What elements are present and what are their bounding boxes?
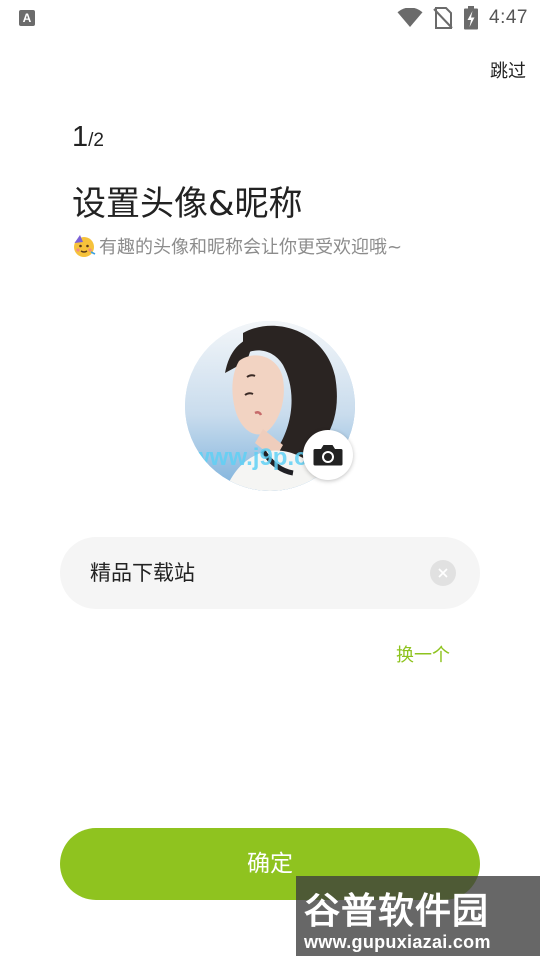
no-sim-icon (433, 7, 453, 29)
clear-button[interactable] (430, 560, 456, 586)
wifi-icon (397, 8, 423, 27)
change-nickname-button[interactable]: 换一个 (396, 641, 450, 667)
site-watermark: 谷普软件园 www.gupuxiazai.com (296, 876, 540, 956)
app-notification-icon: A (19, 10, 35, 26)
step-indicator: 1/2 (72, 121, 104, 154)
status-icons: 4:47 (397, 6, 528, 30)
party-face-icon (74, 235, 96, 257)
subtitle-text: 有趣的头像和昵称会让你更受欢迎哦~ (99, 237, 403, 258)
nickname-field[interactable]: 精品下载站 (60, 537, 480, 609)
subtitle: 有趣的头像和昵称会让你更受欢迎哦~ (72, 233, 402, 259)
clear-icon (438, 568, 448, 578)
step-current: 1 (72, 121, 89, 153)
avatar-watermark-text: www.j9p.c (190, 444, 307, 471)
camera-icon (313, 445, 343, 466)
step-total: 2 (93, 130, 104, 151)
watermark-title: 谷普软件园 (304, 891, 490, 932)
change-avatar-button[interactable] (303, 430, 353, 480)
nickname-input[interactable]: 精品下载站 (90, 537, 195, 609)
skip-button[interactable]: 跳过 (490, 57, 526, 83)
status-time: 4:47 (489, 7, 528, 28)
avatar-container[interactable]: www.j9p.c (185, 321, 355, 491)
watermark-url: www.gupuxiazai.com (304, 932, 491, 952)
battery-charging-icon (464, 6, 479, 30)
page-title: 设置头像&昵称 (72, 184, 303, 224)
status-bar: A 4:47 (0, 0, 540, 36)
